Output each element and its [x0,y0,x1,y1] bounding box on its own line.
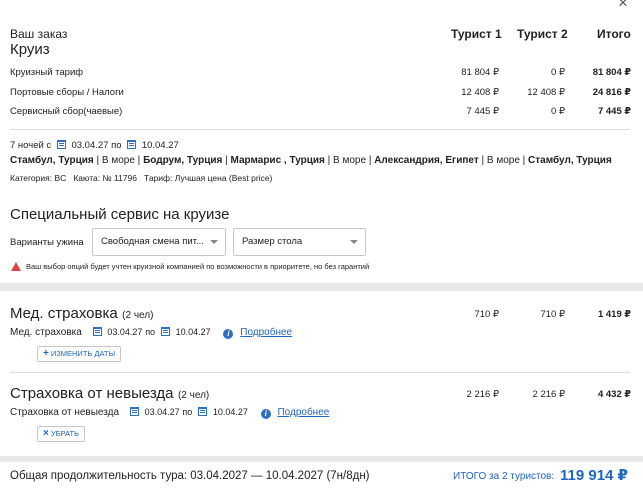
table-size-select[interactable]: Размер стола [233,228,366,256]
route-port: Стамбул, Турция [10,155,94,166]
calendar-icon [129,407,139,416]
close-icon[interactable]: × [618,0,628,11]
col-header-tourist-2: Турист 2 [517,27,568,41]
route-separator: | В море | [478,155,529,166]
warning-text: Ваш выбор опций будет учтен круизной ком… [26,262,370,271]
close-icon: × [43,428,49,439]
total-label: ИТОГО за 2 туристов: [453,471,555,482]
cancel-insurance-t1: 2 216 ₽ [466,389,499,400]
med-insurance-row: Мед. страховка 03.04.27 по 10.04.27 i По… [10,327,292,339]
row-total-cruise-fare: 81 804 ₽ [592,67,631,78]
col-header-total: Итого [597,27,631,41]
change-dates-label: ИЗМЕНИТЬ ДАТЫ [50,349,116,358]
calendar-icon [127,140,137,149]
cruise-details: Категория: BC Каюта: № 11796 Тариф: Лучш… [10,173,273,183]
remove-label: УБРАТЬ [50,429,79,438]
med-date-to: 10.04.27 [175,327,211,337]
total-value: 119 914 ₽ [560,467,628,484]
med-insurance-t1: 710 ₽ [474,309,499,320]
nights-prefix: 7 ночей с [10,140,52,151]
med-insurance-label: Мед. страховка [10,327,82,338]
order-subtitle: Круиз [10,41,50,58]
row-t1-service-fee: 7 445 ₽ [466,106,499,117]
order-card: × Ваш заказ Круиз Турист 1 Турист 2 Итог… [0,0,643,283]
change-dates-button[interactable]: + ИЗМЕНИТЬ ДАТЫ [37,346,122,362]
calendar-icon [92,327,102,336]
med-insurance-more-link[interactable]: Подробнее [240,327,292,338]
date-to: 10.04.27 [141,140,179,151]
calendar-icon [56,140,66,149]
row-t2-port-fees: 12 408 ₽ [527,87,565,98]
dinner-select[interactable]: Свободная смена пит... [92,228,226,256]
date-separator: по [111,140,122,151]
med-insurance-total: 1 419 ₽ [597,309,631,320]
row-t2-service-fee: 0 ₽ [551,106,565,117]
row-total-service-fee: 7 445 ₽ [597,106,631,117]
cruise-dates: 7 ночей с 03.04.27 по 10.04.27 [10,140,179,151]
dinner-label: Варианты ужина [10,237,84,248]
remove-button[interactable]: × УБРАТЬ [37,426,85,442]
row-total-port-fees: 24 816 ₽ [592,87,631,98]
row-label-cruise-fare: Круизный тариф [10,67,84,78]
route-separator: | В море | [93,155,144,166]
calendar-icon [160,327,170,336]
route-port: Александрия, Египет [374,155,479,166]
med-insurance-heading: Мед. страховка (2 чел) [10,305,153,323]
med-insurance-count: (2 чел) [122,310,154,321]
cancel-date-from: 03.04.27 [144,407,180,417]
special-service-title: Специальный сервис на круизе [10,206,230,223]
chevron-down-icon [210,240,218,244]
insurance-card: Мед. страховка (2 чел) 710 ₽ 710 ₽ 1 419… [0,291,643,456]
divider [10,129,630,130]
dinner-select-value: Свободная смена пит... [101,236,204,247]
med-insurance-title: Мед. страховка [10,305,118,322]
route-separator: | В море | [324,155,375,166]
cruise-route: Стамбул, Турция | В море | Бодрум, Турци… [10,155,612,166]
date-from: 03.04.27 [71,140,109,151]
info-icon: i [260,409,271,419]
route-separator: | [222,155,231,166]
tour-duration: Общая продолжительность тура: 03.04.2027… [10,470,370,482]
row-t2-cruise-fare: 0 ₽ [551,67,565,78]
row-label-service-fee: Сервисный сбор(чаевые) [10,106,123,117]
cancel-insurance-row: Страховка от невыезда 03.04.27 по 10.04.… [10,407,329,419]
order-title: Ваш заказ [10,27,68,41]
route-port: Бодрум, Турция [143,155,223,166]
cancel-insurance-title: Страховка от невыезда [10,385,174,402]
col-header-tourist-1: Турист 1 [451,27,502,41]
chevron-down-icon [350,240,358,244]
cancel-insurance-t2: 2 216 ₽ [532,389,565,400]
info-icon: i [223,329,234,339]
med-date-from: 03.04.27 [107,327,143,337]
cancel-insurance-count: (2 чел) [177,390,210,401]
row-t1-port-fees: 12 408 ₽ [461,87,499,98]
warning-icon [11,262,21,271]
footer-bar: Общая продолжительность тура: 03.04.2027… [0,462,643,489]
med-date-separator: по [145,327,156,337]
row-t1-cruise-fare: 81 804 ₽ [461,67,499,78]
cancel-date-to: 10.04.27 [212,407,248,417]
plus-icon: + [43,348,49,359]
divider [10,372,630,373]
route-port: Мармарис , Турция [230,155,325,166]
cancel-date-separator: по [182,407,193,417]
cancel-insurance-label: Страховка от невыезда [10,407,120,418]
cancel-insurance-more-link[interactable]: Подробнее [277,407,329,418]
calendar-icon [198,407,208,416]
route-port: Стамбул, Турция [528,155,612,166]
cancel-insurance-heading: Страховка от невыезда (2 чел) [10,385,209,403]
row-label-port-fees: Портовые сборы / Налоги [10,87,124,98]
cancel-insurance-total: 4 432 ₽ [597,389,631,400]
table-size-select-value: Размер стола [242,236,303,247]
med-insurance-t2: 710 ₽ [540,309,565,320]
